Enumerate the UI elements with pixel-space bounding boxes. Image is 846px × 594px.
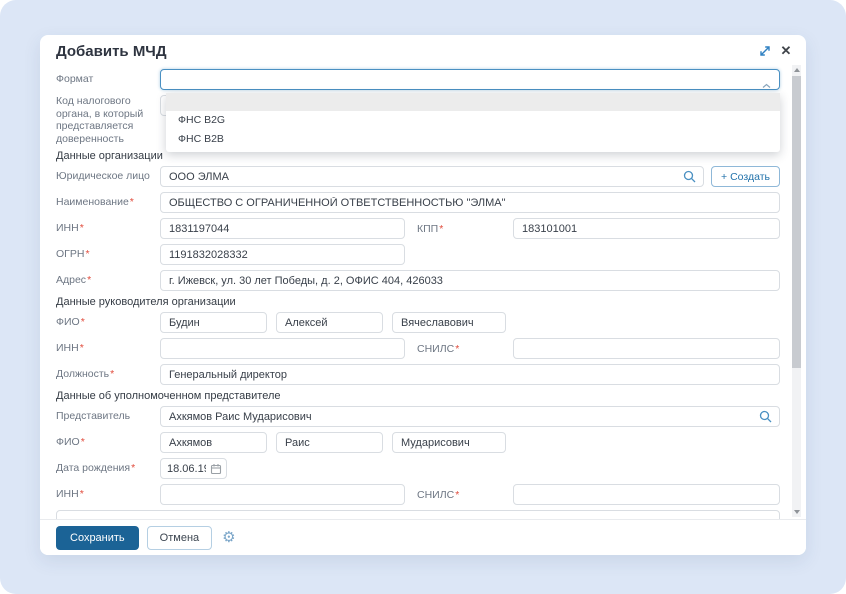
cancel-button[interactable]: Отмена [147, 526, 212, 550]
rep-lastname-input[interactable] [160, 432, 267, 453]
legal-entity-row: Юридическое лицо + Создать [56, 166, 780, 187]
close-icon[interactable]: ✕ [779, 44, 793, 58]
legal-entity-label: Юридическое лицо [56, 170, 160, 183]
org-ogrn-label: ОГРН [56, 248, 160, 261]
head-position-label: Должность [56, 368, 160, 381]
scrollbar[interactable] [792, 65, 801, 517]
head-inn-snils-row: ИНН СНИЛС [56, 338, 780, 359]
org-kpp-input[interactable] [513, 218, 780, 239]
dialog-title: Добавить МЧД [56, 43, 790, 60]
org-name-input[interactable] [160, 192, 780, 213]
format-select[interactable] [160, 69, 780, 90]
org-name-label: Наименование [56, 196, 160, 209]
dialog-body: Формат ФНС B2G ФНС B2B Код налогового ор [40, 63, 806, 519]
legal-entity-input[interactable] [160, 166, 704, 187]
add-mchd-dialog: Добавить МЧД ✕ Формат [40, 35, 806, 555]
rep-fio-label: ФИО [56, 436, 160, 449]
format-dropdown: ФНС B2G ФНС B2B [166, 93, 780, 152]
calendar-icon[interactable] [210, 462, 222, 480]
org-address-row: Адрес [56, 270, 780, 291]
dropdown-option-fns-b2b[interactable]: ФНС B2B [166, 130, 780, 149]
rep-inn-input[interactable] [160, 484, 405, 505]
head-inn-input[interactable] [160, 338, 405, 359]
head-section-title: Данные руководителя организации [56, 296, 780, 308]
representative-row: Представитель [56, 406, 780, 427]
save-button[interactable]: Сохранить [56, 526, 139, 550]
format-label: Формат [56, 73, 160, 86]
chevron-up-icon[interactable] [762, 76, 771, 94]
head-middlename-input[interactable] [392, 312, 506, 333]
rep-birthdate-row: Дата рождения [56, 458, 780, 479]
app-background: Добавить МЧД ✕ Формат [0, 0, 846, 594]
head-position-input[interactable] [160, 364, 780, 385]
rep-fio-row: ФИО [56, 432, 780, 453]
representative-label: Представитель [56, 410, 160, 423]
gear-icon[interactable]: ⚙ [222, 526, 235, 550]
search-icon[interactable] [683, 170, 696, 188]
scrollbar-thumb[interactable] [792, 76, 801, 368]
clipped-next-section-box: Полномочия [56, 510, 780, 519]
head-lastname-input[interactable] [160, 312, 267, 333]
search-icon[interactable] [759, 410, 772, 428]
representative-section-title: Данные об уполномоченном представителе [56, 390, 780, 402]
org-address-input[interactable] [160, 270, 780, 291]
representative-input[interactable] [160, 406, 780, 427]
expand-icon[interactable] [758, 44, 772, 58]
dropdown-option-fns-b2g[interactable]: ФНС B2G [166, 111, 780, 130]
rep-inn-label: ИНН [56, 488, 160, 501]
head-firstname-input[interactable] [276, 312, 383, 333]
dropdown-option-empty[interactable] [166, 93, 780, 111]
rep-snils-label: СНИЛС [417, 489, 513, 501]
org-ogrn-row: ОГРН [56, 244, 780, 265]
scrollbar-up-button[interactable] [792, 65, 801, 75]
org-inn-label: ИНН [56, 222, 160, 235]
rep-birthdate-label: Дата рождения [56, 462, 160, 475]
create-button[interactable]: + Создать [711, 166, 780, 187]
scrollbar-down-button[interactable] [792, 507, 801, 517]
org-ogrn-input[interactable] [160, 244, 405, 265]
org-address-label: Адрес [56, 274, 160, 287]
head-fio-row: ФИО [56, 312, 780, 333]
dialog-header: Добавить МЧД ✕ [40, 35, 806, 63]
dialog-footer: Сохранить Отмена ⚙ [40, 519, 806, 555]
head-inn-label: ИНН [56, 342, 160, 355]
head-snils-input[interactable] [513, 338, 780, 359]
head-fio-label: ФИО [56, 316, 160, 329]
rep-inn-snils-row: ИНН СНИЛС [56, 484, 780, 505]
rep-middlename-input[interactable] [392, 432, 506, 453]
head-position-row: Должность [56, 364, 780, 385]
rep-firstname-input[interactable] [276, 432, 383, 453]
format-row: Формат ФНС B2G ФНС B2B [56, 69, 780, 90]
tax-authority-label: Код налогового органа, в который предста… [56, 95, 160, 145]
org-inn-kpp-row: ИНН КПП [56, 218, 780, 239]
rep-snils-input[interactable] [513, 484, 780, 505]
org-inn-input[interactable] [160, 218, 405, 239]
head-snils-label: СНИЛС [417, 343, 513, 355]
org-name-row: Наименование [56, 192, 780, 213]
org-kpp-label: КПП [417, 223, 513, 235]
